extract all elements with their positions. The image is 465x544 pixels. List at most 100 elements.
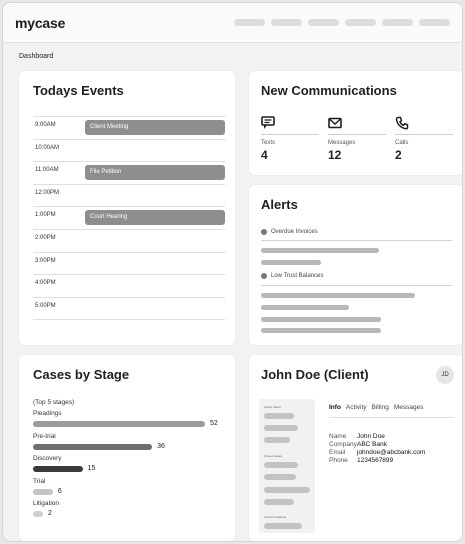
time-label: 2:00PM xyxy=(35,235,56,241)
placeholder-bar xyxy=(261,328,381,333)
comm-count: 12 xyxy=(328,148,342,162)
calendar-event[interactable]: File Petition xyxy=(85,165,225,181)
calendar-event[interactable]: Court Hearing xyxy=(85,210,225,226)
comm-label: Texts xyxy=(261,140,276,146)
divider xyxy=(328,134,386,135)
time-slot[interactable]: 11:00AM File Petition xyxy=(33,161,225,185)
top-bar: mycase xyxy=(3,3,462,43)
nav-item-placeholder[interactable] xyxy=(271,19,302,26)
tab-billing[interactable]: Billing xyxy=(372,404,389,411)
todays-events-card: Todays Events 9:00AM Client Meeting 10:00A… xyxy=(19,71,235,345)
divider xyxy=(261,285,452,286)
stage-label: Trial xyxy=(33,477,46,485)
time-label: 12:00PM xyxy=(35,189,60,196)
placeholder-bar xyxy=(264,474,296,480)
placeholder-bar xyxy=(261,248,379,253)
stage-bar[interactable] xyxy=(33,466,83,472)
info-value: ABC Bank xyxy=(357,441,387,448)
app-logo[interactable]: mycase xyxy=(15,15,65,31)
client-tabs: Info Activity Billing Messages xyxy=(329,404,423,411)
bullet-icon xyxy=(261,229,267,235)
stage-bar[interactable] xyxy=(33,511,43,517)
stage-bar[interactable] xyxy=(33,443,153,450)
time-slot[interactable]: 2:00PM xyxy=(33,229,225,253)
info-value: John Doe xyxy=(357,433,385,440)
comm-messages[interactable]: Messages 12 xyxy=(328,116,386,162)
comm-calls[interactable]: Calls 2 xyxy=(395,116,453,162)
divider xyxy=(261,134,319,135)
placeholder-bar xyxy=(261,260,321,265)
info-value[interactable]: 1234567899 xyxy=(357,457,393,465)
stage-label: Litigation xyxy=(33,500,60,507)
time-slot[interactable]: 10:00AM xyxy=(33,138,225,163)
time-label: 9:00AM xyxy=(35,122,56,128)
stage-bar[interactable] xyxy=(33,421,205,427)
chat-icon xyxy=(261,116,319,130)
nav-item-placeholder[interactable] xyxy=(234,19,265,26)
placeholder-bar xyxy=(264,499,294,505)
placeholder-bar xyxy=(261,305,349,310)
info-row: Email johndoe@abcbank.com xyxy=(329,449,425,457)
time-slot[interactable]: 5:00PM xyxy=(33,296,225,321)
time-label: 3:00PM xyxy=(35,257,56,264)
placeholder-bar xyxy=(264,523,302,529)
tab-activity[interactable]: Activity xyxy=(346,404,367,411)
breadcrumb[interactable]: Dashboard xyxy=(3,43,462,69)
comm-count: 2 xyxy=(395,148,402,162)
tab-info[interactable]: Info xyxy=(329,404,341,411)
stage-count: 15 xyxy=(87,465,96,472)
tab-messages[interactable]: Messages xyxy=(394,404,424,411)
time-slot[interactable]: 3:00PM xyxy=(33,251,225,276)
cases-by-stage-card: Cases by Stage (Top 5 stages) Pleadings 5… xyxy=(19,355,235,541)
top-nav xyxy=(234,19,450,26)
nav-item-placeholder[interactable] xyxy=(382,19,413,26)
stage-label: Pre-trial xyxy=(33,432,56,440)
info-row: Name John Doe xyxy=(329,433,425,441)
stage-count: 52 xyxy=(210,420,218,427)
nav-item-placeholder[interactable] xyxy=(345,19,376,26)
divider xyxy=(33,319,225,321)
card-title: Alerts xyxy=(261,197,298,212)
info-key: Phone xyxy=(329,457,348,464)
cases-subtitle: (Top 5 stages) xyxy=(33,399,75,406)
nav-item-placeholder[interactable] xyxy=(419,19,450,26)
placeholder-bar xyxy=(264,413,294,419)
info-row: Company ABC Bank xyxy=(329,441,425,449)
stage-label: Discovery xyxy=(33,455,62,462)
comm-texts[interactable]: Texts 4 xyxy=(261,116,319,162)
card-title: John Doe (Client) xyxy=(261,367,369,382)
placeholder-bar xyxy=(261,317,381,322)
info-row: Phone 1234567899 xyxy=(329,457,425,465)
time-slot[interactable]: 4:00PM xyxy=(33,274,225,298)
alert-low-trust-balances[interactable]: Low Trust Balances xyxy=(261,273,323,279)
bullet-icon xyxy=(261,273,267,279)
app-window: mycase Dashboard Todays Events 9:00AM Cli… xyxy=(2,2,463,542)
divider xyxy=(329,417,454,418)
card-title: New Communications xyxy=(261,83,397,98)
side-header: Account balance xyxy=(264,515,287,519)
calendar-event[interactable]: Client Meeting xyxy=(85,120,225,135)
side-header: Active cases xyxy=(264,405,281,409)
nav-item-placeholder[interactable] xyxy=(308,19,339,26)
stage-count: 36 xyxy=(157,442,165,450)
info-value[interactable]: johndoe@abcbank.com xyxy=(357,449,425,457)
card-title: Todays Events xyxy=(33,83,124,98)
time-slot[interactable]: 12:00PM xyxy=(33,183,225,208)
placeholder-bar xyxy=(264,487,310,493)
alert-overdue-invoices[interactable]: Overdue Invoices xyxy=(261,229,318,235)
time-label: 5:00PM xyxy=(35,302,56,309)
stage-bar[interactable] xyxy=(33,488,53,495)
time-slot[interactable]: 1:00PM Court Hearing xyxy=(33,206,225,230)
divider xyxy=(395,134,453,135)
info-key: Name xyxy=(329,433,347,440)
time-label: 1:00PM xyxy=(35,212,56,219)
stage-label: Pleadings xyxy=(33,410,62,417)
stage-count: 6 xyxy=(57,487,62,495)
info-key: Company xyxy=(329,441,357,448)
alert-label: Overdue Invoices xyxy=(271,229,318,235)
time-slot[interactable]: 9:00AM Client Meeting xyxy=(33,116,225,140)
avatar[interactable]: JD xyxy=(436,366,454,384)
placeholder-bar xyxy=(264,462,298,468)
client-card: John Doe (Client) JD Active cases Closed… xyxy=(249,355,462,541)
info-key: Email xyxy=(329,449,346,456)
